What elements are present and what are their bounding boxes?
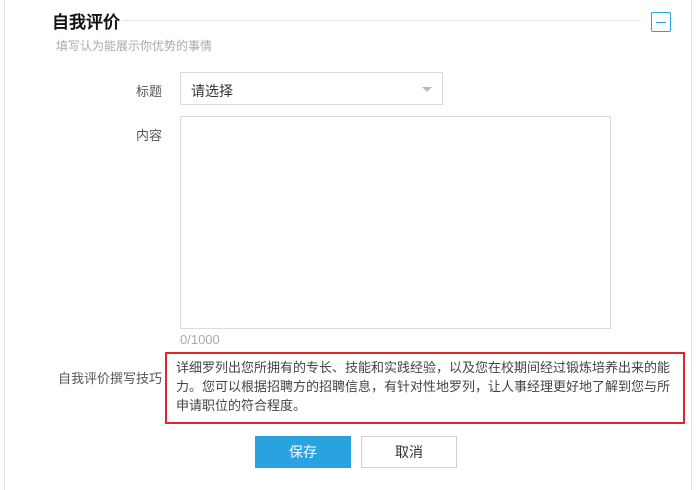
chevron-down-icon xyxy=(422,87,432,92)
section-title: 自我评价 xyxy=(52,13,120,32)
title-select[interactable]: 请选择 xyxy=(180,72,443,105)
content-label: 内容 xyxy=(135,128,162,143)
cancel-button[interactable]: 取消 xyxy=(361,436,457,468)
tips-box: 详细罗列出您所拥有的专长、技能和实践经验，以及您在校期间经过锻炼培养出来的能力。… xyxy=(165,352,685,424)
collapse-button[interactable] xyxy=(651,12,671,32)
tips-label: 自我评价撰写技巧 xyxy=(57,371,162,386)
title-label: 标题 xyxy=(135,84,162,99)
save-button[interactable]: 保存 xyxy=(255,436,351,468)
collapse-minus-icon xyxy=(656,22,666,23)
section-subtitle: 填写认为能展示你优势的事情 xyxy=(56,39,213,53)
content-textarea[interactable] xyxy=(180,116,611,329)
char-counter: 0/1000 xyxy=(180,332,220,347)
title-select-value: 请选择 xyxy=(191,83,233,99)
section-divider xyxy=(122,20,641,21)
